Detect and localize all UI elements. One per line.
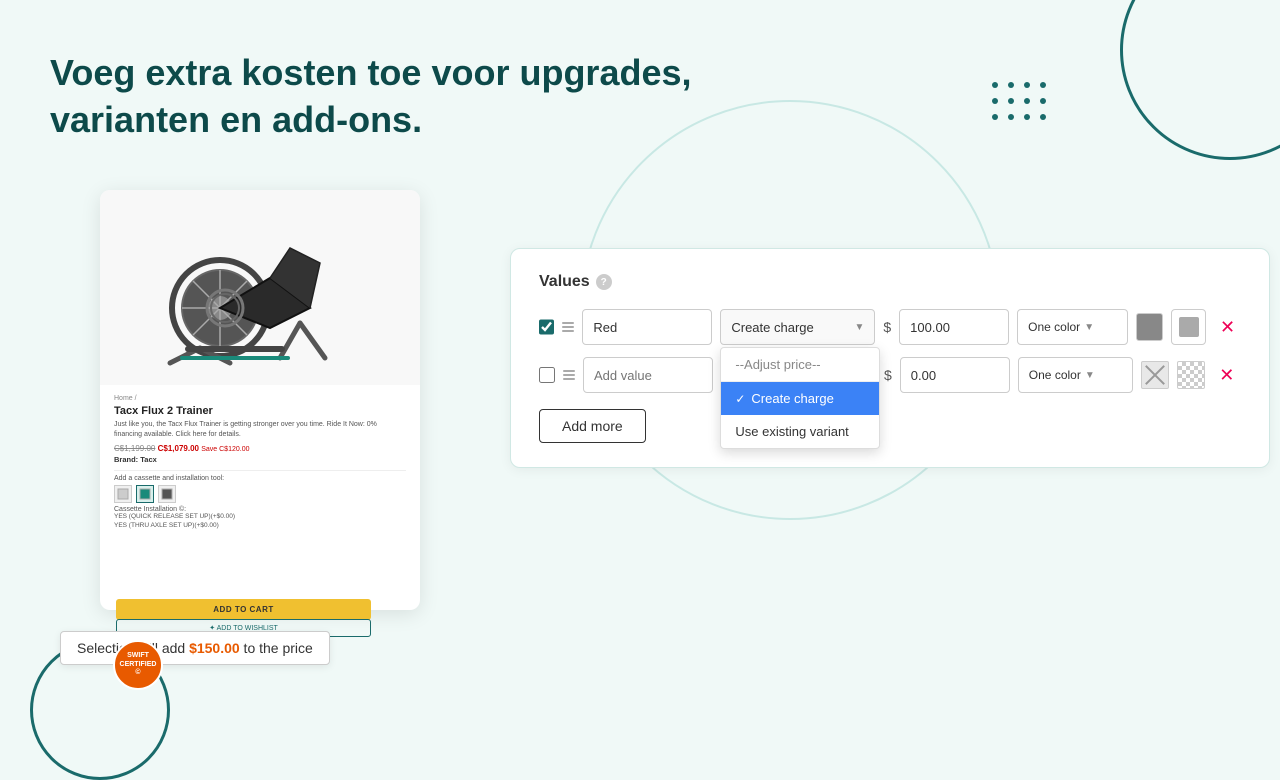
row2-checkbox[interactable]	[539, 367, 555, 383]
addon-label: Add a cassette and installation tool:	[114, 475, 406, 482]
row1-price-input[interactable]	[899, 309, 1009, 345]
row2-price-input[interactable]	[900, 357, 1010, 393]
price-original: C$1,199.00	[114, 444, 155, 453]
row2-value-input[interactable]	[583, 357, 713, 393]
panel-title-text: Values	[539, 273, 590, 291]
row1-dollar-sign: $	[883, 319, 891, 335]
row2-color-dropdown[interactable]: One color ▼	[1018, 357, 1133, 393]
row2-dollar-sign: $	[884, 367, 892, 383]
addon-option-2[interactable]	[136, 485, 154, 503]
row2-cross-pattern-swatch[interactable]	[1141, 361, 1169, 389]
dropdown-item-use-variant-label: Use existing variant	[735, 424, 848, 439]
swift-badge-sym: ©	[135, 669, 140, 677]
product-info: Home / Tacx Flux 2 Trainer Just like you…	[100, 385, 420, 543]
add-more-button[interactable]: Add more	[539, 409, 646, 443]
row1-charge-dropdown-container: Create charge ▼ --Adjust price-- ✓ Creat…	[720, 309, 875, 345]
heading-line2: varianten en add-ons.	[50, 99, 422, 140]
row1-charge-dropdown[interactable]: Create charge ▼	[720, 309, 875, 345]
price-badge-suffix: to the price	[240, 640, 313, 656]
swift-badge-line1: SWIFT	[127, 652, 149, 660]
row2-drag-handle[interactable]	[563, 370, 575, 380]
addon-section: Add a cassette and installation tool: Ca…	[114, 470, 406, 529]
heading: Voeg extra kosten toe voor upgrades, var…	[50, 50, 692, 144]
row2-checkerboard-swatch[interactable]	[1177, 361, 1205, 389]
product-card: Home / Tacx Flux 2 Trainer Just like you…	[100, 190, 420, 610]
swift-badge: SWIFT CERTIFIED ©	[113, 640, 163, 690]
price-badge-amount: $150.00	[189, 640, 240, 656]
brand-line: Brand: Tacx	[114, 455, 406, 464]
price-current: C$1,079.00	[158, 444, 199, 453]
row2-remove-button[interactable]: ✕	[1213, 361, 1241, 389]
help-icon[interactable]: ?	[596, 274, 612, 290]
row1-checkbox[interactable]	[539, 319, 554, 335]
row1-value-input[interactable]	[582, 309, 712, 345]
row1-color-dropdown[interactable]: One color ▼	[1017, 309, 1128, 345]
row1-color-picker-btn[interactable]	[1171, 309, 1206, 345]
breadcrumb: Home /	[114, 395, 406, 402]
row1-color-label: One color	[1028, 320, 1080, 334]
brand-label: Brand:	[114, 455, 138, 464]
row1-color-chevron-icon: ▼	[1084, 322, 1094, 333]
product-title: Tacx Flux 2 Trainer	[114, 405, 406, 417]
bg-circle-top-right	[1120, 0, 1280, 160]
brand-name: Tacx	[140, 455, 157, 464]
addon-option-1[interactable]	[114, 485, 132, 503]
cassette-option-1: YES (QUICK RELEASE SET UP)(+$0.00)	[114, 513, 406, 520]
row2-color-label: One color	[1029, 368, 1081, 382]
checkmark-icon: ✓	[735, 392, 745, 406]
value-row-2: Create charge ▼ $ One color ▼ ✕	[539, 357, 1241, 393]
values-panel: Values ? Create charge ▼ --Adjust price-…	[510, 248, 1270, 468]
price-line: C$1,199.00 C$1,079.00 Save C$120.00	[114, 444, 406, 453]
dropdown-item-create-charge[interactable]: ✓ Create charge	[721, 382, 879, 415]
addon-options	[114, 485, 406, 503]
dropdown-item-use-variant[interactable]: Use existing variant	[721, 415, 879, 448]
addon-option-3[interactable]	[158, 485, 176, 503]
price-save: Save C$120.00	[201, 446, 249, 453]
product-desc: Just like you, the Tacx Flux Trainer is …	[114, 420, 406, 440]
dots-grid	[992, 82, 1050, 124]
add-to-cart-button[interactable]: ADD TO CART	[116, 599, 371, 620]
cassette-label: Cassette Installation ©:	[114, 506, 406, 513]
product-image-area	[100, 190, 420, 385]
row2-color-chevron-icon: ▼	[1085, 370, 1095, 381]
value-row-1: Create charge ▼ --Adjust price-- ✓ Creat…	[539, 309, 1241, 345]
row1-dropdown-menu: --Adjust price-- ✓ Create charge Use exi…	[720, 347, 880, 449]
row1-color-swatch[interactable]	[1136, 313, 1163, 341]
row1-charge-label: Create charge	[731, 320, 813, 335]
dropdown-item-adjust-label: --Adjust price--	[735, 357, 820, 372]
heading-line1: Voeg extra kosten toe voor upgrades,	[50, 52, 692, 93]
panel-title: Values ?	[539, 273, 1241, 291]
swift-badge-line2: CERTIFIED	[120, 661, 157, 669]
dropdown-item-create-charge-label: Create charge	[751, 391, 833, 406]
row1-drag-handle[interactable]	[562, 322, 574, 332]
price-badge: Selection will add $150.00 to the price	[60, 631, 330, 665]
dropdown-item-adjust[interactable]: --Adjust price--	[721, 348, 879, 382]
row1-remove-button[interactable]: ✕	[1214, 313, 1241, 341]
row1-chevron-icon: ▼	[854, 322, 864, 333]
cassette-option-2: YES (THRU AXLE SET UP)(+$0.00)	[114, 522, 406, 529]
